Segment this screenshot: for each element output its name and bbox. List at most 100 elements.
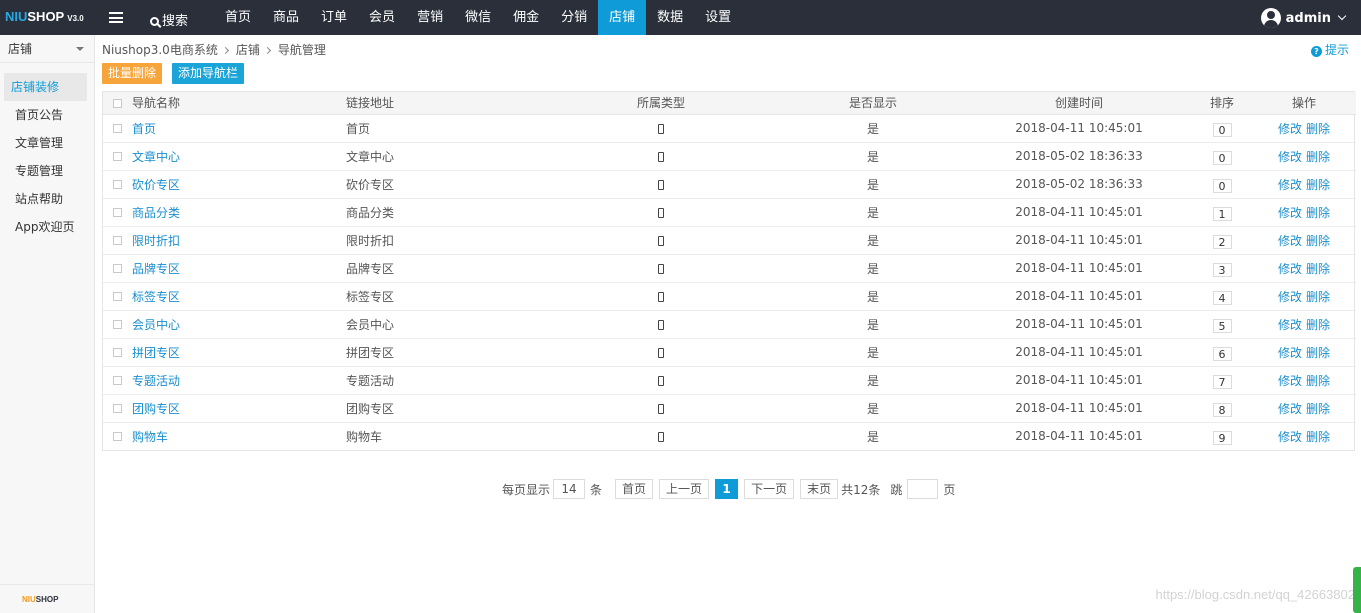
batch-delete-button[interactable]: 批量删除	[102, 63, 163, 84]
nav-item-5[interactable]: 微信	[454, 0, 502, 35]
sidebar-item-2[interactable]: 文章管理	[4, 129, 87, 157]
row-checkbox[interactable]	[113, 124, 122, 133]
delete-button[interactable]: 删除	[1306, 402, 1330, 416]
nav-name-link[interactable]: 文章中心	[132, 150, 180, 164]
delete-button[interactable]: 删除	[1306, 178, 1330, 192]
delete-button[interactable]: 删除	[1306, 346, 1330, 360]
delete-button[interactable]: 删除	[1306, 206, 1330, 220]
edit-button[interactable]: 修改	[1278, 150, 1302, 164]
nav-name-link[interactable]: 首页	[132, 122, 156, 136]
prev-page-button[interactable]: 上一页	[659, 479, 710, 499]
sidebar-item-3[interactable]: 专题管理	[4, 157, 87, 185]
breadcrumb-item[interactable]: Niushop3.0电商系统	[102, 43, 218, 57]
nav-name-link[interactable]: 专题活动	[132, 374, 180, 388]
nav-item-9[interactable]: 数据	[646, 0, 694, 35]
sidebar-section-select[interactable]: 店铺	[0, 35, 94, 63]
delete-button[interactable]: 删除	[1306, 430, 1330, 444]
row-checkbox[interactable]	[113, 292, 122, 301]
nav-name-link[interactable]: 团购专区	[132, 402, 180, 416]
current-page-button[interactable]: 1	[715, 479, 739, 499]
delete-button[interactable]: 删除	[1306, 234, 1330, 248]
sort-input[interactable]: 5	[1212, 318, 1232, 333]
edit-button[interactable]: 修改	[1278, 262, 1302, 276]
edit-button[interactable]: 修改	[1278, 122, 1302, 136]
edit-button[interactable]: 修改	[1278, 234, 1302, 248]
nav-name-link[interactable]: 拼团专区	[132, 346, 180, 360]
nav-item-7[interactable]: 分销	[550, 0, 598, 35]
user-menu[interactable]: admin	[1260, 8, 1347, 28]
nav-name-link[interactable]: 砍价专区	[132, 178, 180, 192]
row-checkbox[interactable]	[113, 264, 122, 273]
sidebar-item-5[interactable]: App欢迎页	[4, 213, 87, 241]
sidebar-item-0[interactable]: 店铺装修	[4, 73, 87, 101]
jump-page-input[interactable]	[907, 479, 939, 499]
sidebar-item-4[interactable]: 站点帮助	[4, 185, 87, 213]
hint-link[interactable]: ? 提示	[1310, 41, 1349, 58]
nav-item-0[interactable]: 首页	[214, 0, 262, 35]
edit-button[interactable]: 修改	[1278, 374, 1302, 388]
edit-button[interactable]: 修改	[1278, 430, 1302, 444]
per-page-input[interactable]: 14	[553, 479, 586, 499]
row-checkbox[interactable]	[113, 320, 122, 329]
edit-button[interactable]: 修改	[1278, 402, 1302, 416]
hamburger-menu-icon[interactable]	[109, 12, 123, 23]
row-checkbox[interactable]	[113, 152, 122, 161]
row-checkbox[interactable]	[113, 208, 122, 217]
row-checkbox[interactable]	[113, 404, 122, 413]
breadcrumb-item[interactable]: 店铺	[236, 43, 260, 57]
nav-name-link[interactable]: 品牌专区	[132, 262, 180, 276]
nav-name-link[interactable]: 会员中心	[132, 318, 180, 332]
row-checkbox[interactable]	[113, 180, 122, 189]
nav-item-4[interactable]: 营销	[406, 0, 454, 35]
row-checkbox[interactable]	[113, 348, 122, 357]
scrollbar-thumb[interactable]	[1353, 567, 1361, 613]
delete-button[interactable]: 删除	[1306, 318, 1330, 332]
nav-item-2[interactable]: 订单	[310, 0, 358, 35]
edit-button[interactable]: 修改	[1278, 206, 1302, 220]
sort-input[interactable]: 0	[1212, 178, 1232, 193]
row-checkbox[interactable]	[113, 376, 122, 385]
nav-item-1[interactable]: 商品	[262, 0, 310, 35]
sort-input[interactable]: 2	[1212, 234, 1232, 249]
sort-input[interactable]: 0	[1212, 122, 1232, 137]
nav-item-8[interactable]: 店铺	[598, 0, 647, 35]
nav-item-3[interactable]: 会员	[358, 0, 406, 35]
row-select-cell	[103, 142, 132, 171]
edit-button[interactable]: 修改	[1278, 178, 1302, 192]
nav-name-link[interactable]: 限时折扣	[132, 234, 180, 248]
edit-button[interactable]: 修改	[1278, 290, 1302, 304]
select-all-checkbox[interactable]	[113, 98, 122, 108]
search-button[interactable]: 搜索	[150, 10, 188, 29]
last-page-button[interactable]: 末页	[800, 479, 839, 499]
sort-input[interactable]: 7	[1212, 374, 1232, 389]
nav-name-link[interactable]: 购物车	[132, 430, 168, 444]
delete-button[interactable]: 删除	[1306, 290, 1330, 304]
delete-button[interactable]: 删除	[1306, 150, 1330, 164]
logo-prefix: NIU	[5, 9, 28, 24]
nav-item-10[interactable]: 设置	[694, 0, 742, 35]
sort-input[interactable]: 6	[1212, 346, 1232, 361]
sidebar-item-1[interactable]: 首页公告	[4, 101, 87, 129]
row-checkbox[interactable]	[113, 432, 122, 442]
delete-button[interactable]: 删除	[1306, 262, 1330, 276]
sort-input[interactable]: 0	[1212, 150, 1232, 165]
edit-button[interactable]: 修改	[1278, 346, 1302, 360]
nav-name-link[interactable]: 标签专区	[132, 290, 180, 304]
show-status: 是	[866, 429, 879, 444]
sort-input[interactable]: 3	[1212, 262, 1232, 277]
nav-item-6[interactable]: 佣金	[502, 0, 550, 35]
delete-button[interactable]: 删除	[1306, 374, 1330, 388]
next-page-button[interactable]: 下一页	[744, 479, 795, 499]
row-checkbox[interactable]	[113, 236, 122, 245]
brand-logo[interactable]: NIUSHOP V3.0	[5, 9, 84, 24]
add-nav-button[interactable]: 添加导航栏	[172, 63, 245, 84]
sort-input[interactable]: 9	[1212, 430, 1232, 445]
sort-input[interactable]: 8	[1212, 402, 1232, 417]
delete-button[interactable]: 删除	[1306, 122, 1330, 136]
ops-cell: 修改 删除	[1252, 282, 1356, 311]
first-page-button[interactable]: 首页	[615, 479, 654, 499]
nav-name-link[interactable]: 商品分类	[132, 206, 180, 220]
sort-input[interactable]: 1	[1212, 206, 1232, 221]
edit-button[interactable]: 修改	[1278, 318, 1302, 332]
sort-input[interactable]: 4	[1212, 290, 1232, 305]
